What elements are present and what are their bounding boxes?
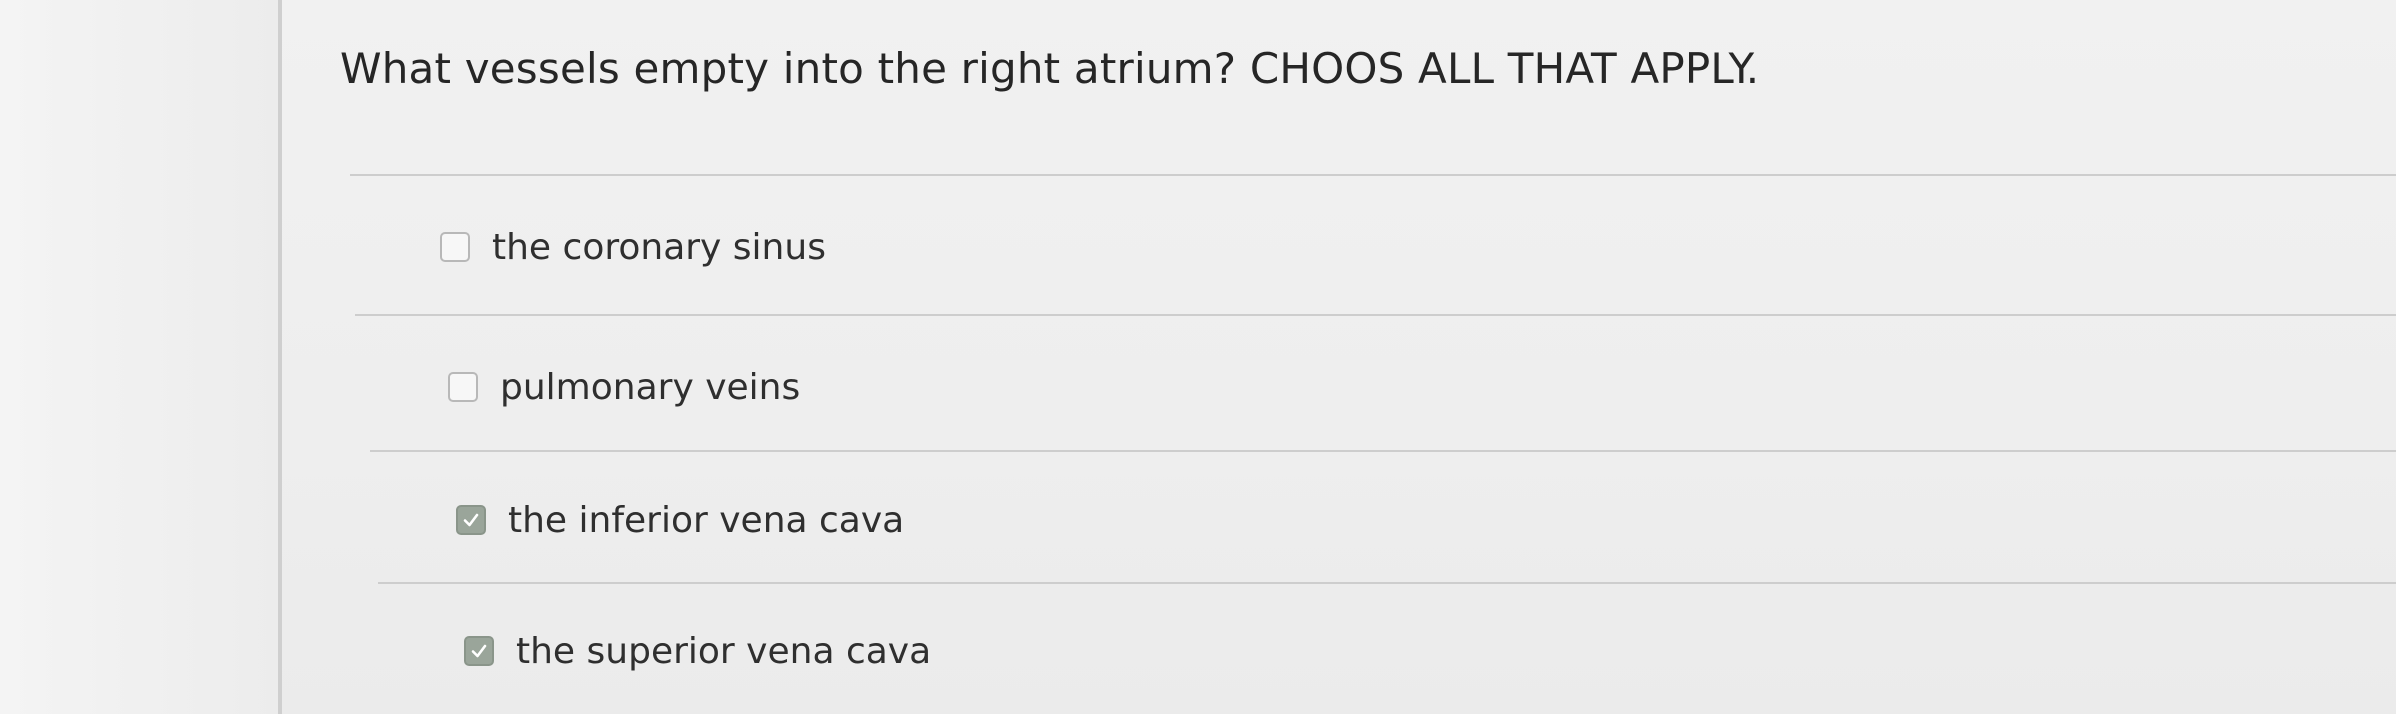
option-superior-vena-cava[interactable]: the superior vena cava (464, 626, 931, 676)
checkbox-unchecked[interactable] (440, 232, 470, 262)
divider (350, 174, 2396, 176)
divider (378, 582, 2396, 584)
screen: What vessels empty into the right atrium… (0, 0, 2396, 714)
option-label: the coronary sinus (492, 226, 826, 268)
option-label: pulmonary veins (500, 366, 801, 408)
divider (370, 450, 2396, 452)
checkbox-checked[interactable] (456, 505, 486, 535)
option-label: the superior vena cava (516, 630, 932, 672)
checkbox-checked[interactable] (464, 636, 494, 666)
option-coronary-sinus[interactable]: the coronary sinus (440, 222, 826, 272)
option-label: the inferior vena cava (508, 499, 905, 541)
check-icon (463, 513, 479, 527)
option-pulmonary-veins[interactable]: pulmonary veins (448, 362, 800, 412)
checkbox-unchecked[interactable] (448, 372, 478, 402)
left-margin-panel (0, 0, 285, 714)
divider (355, 314, 2396, 316)
question-text: What vessels empty into the right atrium… (340, 44, 1760, 93)
check-icon (471, 644, 487, 658)
question-panel (282, 0, 2396, 714)
option-inferior-vena-cava[interactable]: the inferior vena cava (456, 495, 904, 545)
